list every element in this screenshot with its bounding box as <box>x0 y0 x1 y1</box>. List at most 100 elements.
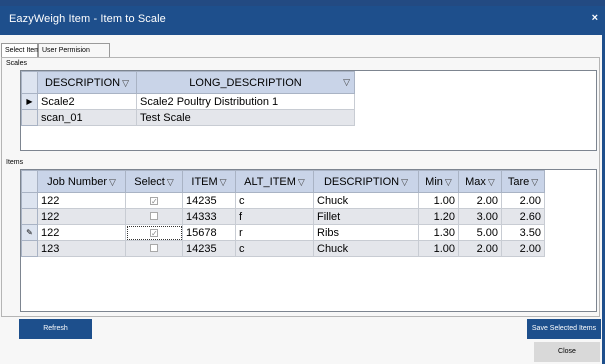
table-row[interactable]: ✎ 122 ✓ 15678 r Ribs 1.30 5.00 3.50 <box>21 224 545 241</box>
column-header-label: ALT_ITEM <box>244 175 296 188</box>
cell-tare[interactable]: 2.00 <box>501 240 545 257</box>
cell-alt-item[interactable]: r <box>235 224 314 241</box>
column-header-description[interactable]: DESCRIPTION ▽ <box>313 170 419 193</box>
column-header-long-description[interactable]: LONG_DESCRIPTION ▽ <box>136 71 355 94</box>
cell-alt-item[interactable]: f <box>235 208 314 225</box>
cell-tare[interactable]: 2.60 <box>501 208 545 225</box>
filter-icon[interactable]: ▽ <box>488 177 495 187</box>
title-bar: EazyWeigh Item - Item to Scale × <box>0 0 605 35</box>
row-header <box>21 109 38 126</box>
scales-group-label: Scales <box>6 60 28 67</box>
scales-grid[interactable]: DESCRIPTION ▽ LONG_DESCRIPTION ▽ ▶ Scale2 … <box>20 70 597 151</box>
column-header-job-number[interactable]: Job Number ▽ <box>37 170 126 193</box>
cell-tare[interactable]: 2.00 <box>501 192 545 209</box>
row-arrow-icon: ▶ <box>21 93 38 110</box>
table-row[interactable]: scan_01 Test Scale <box>21 109 355 126</box>
tab-select-item[interactable]: Select Item <box>1 43 40 58</box>
column-header-select[interactable]: Select ▽ <box>125 170 183 193</box>
filter-icon[interactable]: ▽ <box>109 177 116 187</box>
window-title: EazyWeigh Item - Item to Scale <box>9 13 166 25</box>
cell-item[interactable]: 14235 <box>182 192 236 209</box>
filter-icon[interactable]: ▽ <box>445 177 452 187</box>
cell-select[interactable] <box>125 240 183 257</box>
refresh-button[interactable]: Refresh <box>19 319 92 339</box>
scales-header-row: DESCRIPTION ▽ LONG_DESCRIPTION ▽ <box>21 71 355 94</box>
column-header-min[interactable]: Min ▽ <box>418 170 459 193</box>
cell-alt-item[interactable]: c <box>235 192 314 209</box>
filter-icon[interactable]: ▽ <box>167 177 174 187</box>
select-checkbox-unchecked[interactable] <box>150 243 158 252</box>
cell-max[interactable]: 5.00 <box>458 224 502 241</box>
column-header-label: ITEM <box>191 175 218 188</box>
items-grid[interactable]: Job Number ▽ Select ▽ ITEM ▽ ALT_ITEM ▽ DESC… <box>20 169 597 312</box>
cell-min[interactable]: 1.30 <box>418 224 459 241</box>
column-header-alt-item[interactable]: ALT_ITEM ▽ <box>235 170 314 193</box>
cell-alt-item[interactable]: c <box>235 240 314 257</box>
cell-select[interactable]: ✓ <box>125 224 183 241</box>
column-header-label: LONG_DESCRIPTION <box>189 76 302 89</box>
row-header <box>21 192 38 209</box>
cell-tare[interactable]: 3.50 <box>501 224 545 241</box>
column-header-label: Tare <box>507 175 530 188</box>
column-header-item[interactable]: ITEM ▽ <box>182 170 236 193</box>
column-header-label: DESCRIPTION <box>44 76 121 89</box>
items-group-label: Items <box>6 159 24 166</box>
cell-long-description[interactable]: Scale2 Poultry Distribution 1 <box>136 93 355 110</box>
filter-icon[interactable]: ▽ <box>298 177 305 187</box>
cell-select[interactable] <box>125 208 183 225</box>
table-row[interactable]: 122 ✓ 14235 c Chuck 1.00 2.00 2.00 <box>21 192 545 209</box>
column-header-label: DESCRIPTION <box>323 175 400 188</box>
filter-icon[interactable]: ▽ <box>122 78 129 88</box>
close-window-icon[interactable]: × <box>592 12 598 24</box>
cell-description[interactable]: Ribs <box>313 224 419 241</box>
column-header-tare[interactable]: Tare ▽ <box>501 170 545 193</box>
cell-description[interactable]: Scale2 <box>37 93 137 110</box>
cell-job-number[interactable]: 122 <box>37 208 126 225</box>
items-header-row: Job Number ▽ Select ▽ ITEM ▽ ALT_ITEM ▽ DESC… <box>21 170 545 193</box>
filter-icon[interactable]: ▽ <box>343 77 350 88</box>
cell-description[interactable]: Chuck <box>313 192 419 209</box>
cell-item[interactable]: 15678 <box>182 224 236 241</box>
save-selected-items-button[interactable]: Save Selected Items <box>527 319 601 339</box>
cell-item[interactable]: 14235 <box>182 240 236 257</box>
cell-max[interactable]: 2.00 <box>458 192 502 209</box>
cell-min[interactable]: 1.20 <box>418 208 459 225</box>
cell-job-number[interactable]: 122 <box>37 224 126 241</box>
cell-item[interactable]: 14333 <box>182 208 236 225</box>
table-row[interactable]: ▶ Scale2 Scale2 Poultry Distribution 1 <box>21 93 355 110</box>
pencil-icon: ✎ <box>21 224 38 241</box>
table-row[interactable]: 123 14235 c Chuck 1.00 2.00 2.00 <box>21 240 545 257</box>
close-button[interactable]: Close <box>534 342 600 362</box>
select-checkbox-unchecked[interactable] <box>150 211 158 220</box>
filter-icon[interactable]: ▽ <box>401 177 408 187</box>
cell-select[interactable]: ✓ <box>125 192 183 209</box>
table-row[interactable]: 122 14333 f Fillet 1.20 3.00 2.60 <box>21 208 545 225</box>
title-bar-strip <box>0 0 605 6</box>
cell-description[interactable]: scan_01 <box>37 109 137 126</box>
cell-description[interactable]: Fillet <box>313 208 419 225</box>
filter-icon[interactable]: ▽ <box>220 177 227 187</box>
cell-max[interactable]: 2.00 <box>458 240 502 257</box>
cell-max[interactable]: 3.00 <box>458 208 502 225</box>
cell-long-description[interactable]: Test Scale <box>136 109 355 126</box>
cell-description[interactable]: Chuck <box>313 240 419 257</box>
cell-min[interactable]: 1.00 <box>418 192 459 209</box>
column-header-max[interactable]: Max ▽ <box>458 170 502 193</box>
tab-panel-select-item: Scales DESCRIPTION ▽ LONG_DESCRIPTION ▽ ▶ … <box>1 57 600 317</box>
column-header-description[interactable]: DESCRIPTION ▽ <box>37 71 137 94</box>
column-header-label: Max <box>465 175 486 188</box>
column-header-label: Min <box>425 175 443 188</box>
row-header <box>21 208 38 225</box>
column-header-label: Select <box>134 175 165 188</box>
select-checkbox-checked[interactable]: ✓ <box>150 196 158 205</box>
scales-table: DESCRIPTION ▽ LONG_DESCRIPTION ▽ ▶ Scale2 … <box>21 71 355 126</box>
cell-job-number[interactable]: 123 <box>37 240 126 257</box>
filter-icon[interactable]: ▽ <box>531 177 538 187</box>
row-header-corner <box>21 71 38 94</box>
cell-job-number[interactable]: 122 <box>37 192 126 209</box>
select-checkbox-checked[interactable]: ✓ <box>150 228 158 237</box>
cell-min[interactable]: 1.00 <box>418 240 459 257</box>
column-header-label: Job Number <box>47 175 107 188</box>
row-header-corner <box>21 170 38 193</box>
tab-user-permision[interactable]: User Permision <box>38 43 110 58</box>
